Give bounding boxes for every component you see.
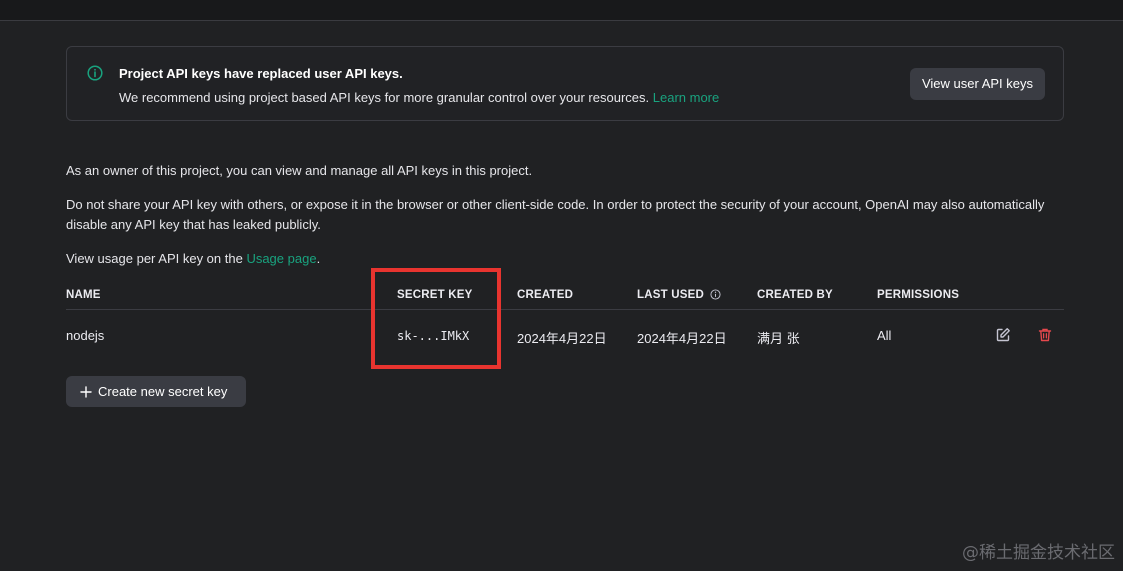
header-permissions: PERMISSIONS <box>877 289 960 301</box>
usage-paragraph: View usage per API key on the Usage page… <box>66 249 1056 269</box>
notice-body: We recommend using project based API key… <box>119 90 650 105</box>
notice-banner: Project API keys have replaced user API … <box>66 46 1064 121</box>
notice-text: We recommend using project based API key… <box>119 90 719 105</box>
owner-paragraph: As an owner of this project, you can vie… <box>66 163 533 178</box>
create-new-secret-key-button[interactable]: Create new secret key <box>66 376 246 407</box>
header-last-used-label: LAST USED <box>637 289 704 301</box>
top-bar <box>0 0 1123 20</box>
header-created: CREATED <box>517 289 574 301</box>
notice-title: Project API keys have replaced user API … <box>119 66 403 81</box>
last-used-date: 2024年4月22日 <box>637 331 727 346</box>
watermark: @稀土掘金技术社区 <box>962 543 1115 563</box>
usage-suffix: . <box>316 251 321 266</box>
secret-key-highlight <box>371 268 501 369</box>
trash-icon[interactable] <box>1037 327 1053 343</box>
created-by-user: 满月 张 <box>757 331 800 346</box>
key-name: nodejs <box>66 328 105 343</box>
divider <box>0 20 1123 21</box>
info-circle-icon <box>87 65 103 81</box>
security-paragraph: Do not share your API key with others, o… <box>66 197 1045 232</box>
api-keys-page: Project API keys have replaced user API … <box>0 0 1123 571</box>
usage-page-link[interactable]: Usage page <box>246 251 316 266</box>
usage-text: View usage per API key on the <box>66 251 247 266</box>
header-last-used: LAST USED <box>637 289 721 301</box>
header-created-by: CREATED BY <box>757 289 833 301</box>
create-button-label: Create new secret key <box>98 384 228 399</box>
learn-more-link[interactable]: Learn more <box>653 90 719 105</box>
edit-icon[interactable] <box>995 327 1011 343</box>
plus-icon <box>80 385 92 398</box>
info-icon[interactable] <box>710 289 721 301</box>
header-name: NAME <box>66 289 101 301</box>
permissions-value: All <box>877 328 892 343</box>
table-row: nodejs sk-...IMkX 2024年4月22日 2024年4月22日 … <box>66 311 1064 363</box>
view-user-api-keys-button[interactable]: View user API keys <box>909 68 1045 100</box>
created-date: 2024年4月22日 <box>517 331 607 346</box>
table-header: NAME SECRET KEY CREATED LAST USED CREATE… <box>66 282 1064 310</box>
